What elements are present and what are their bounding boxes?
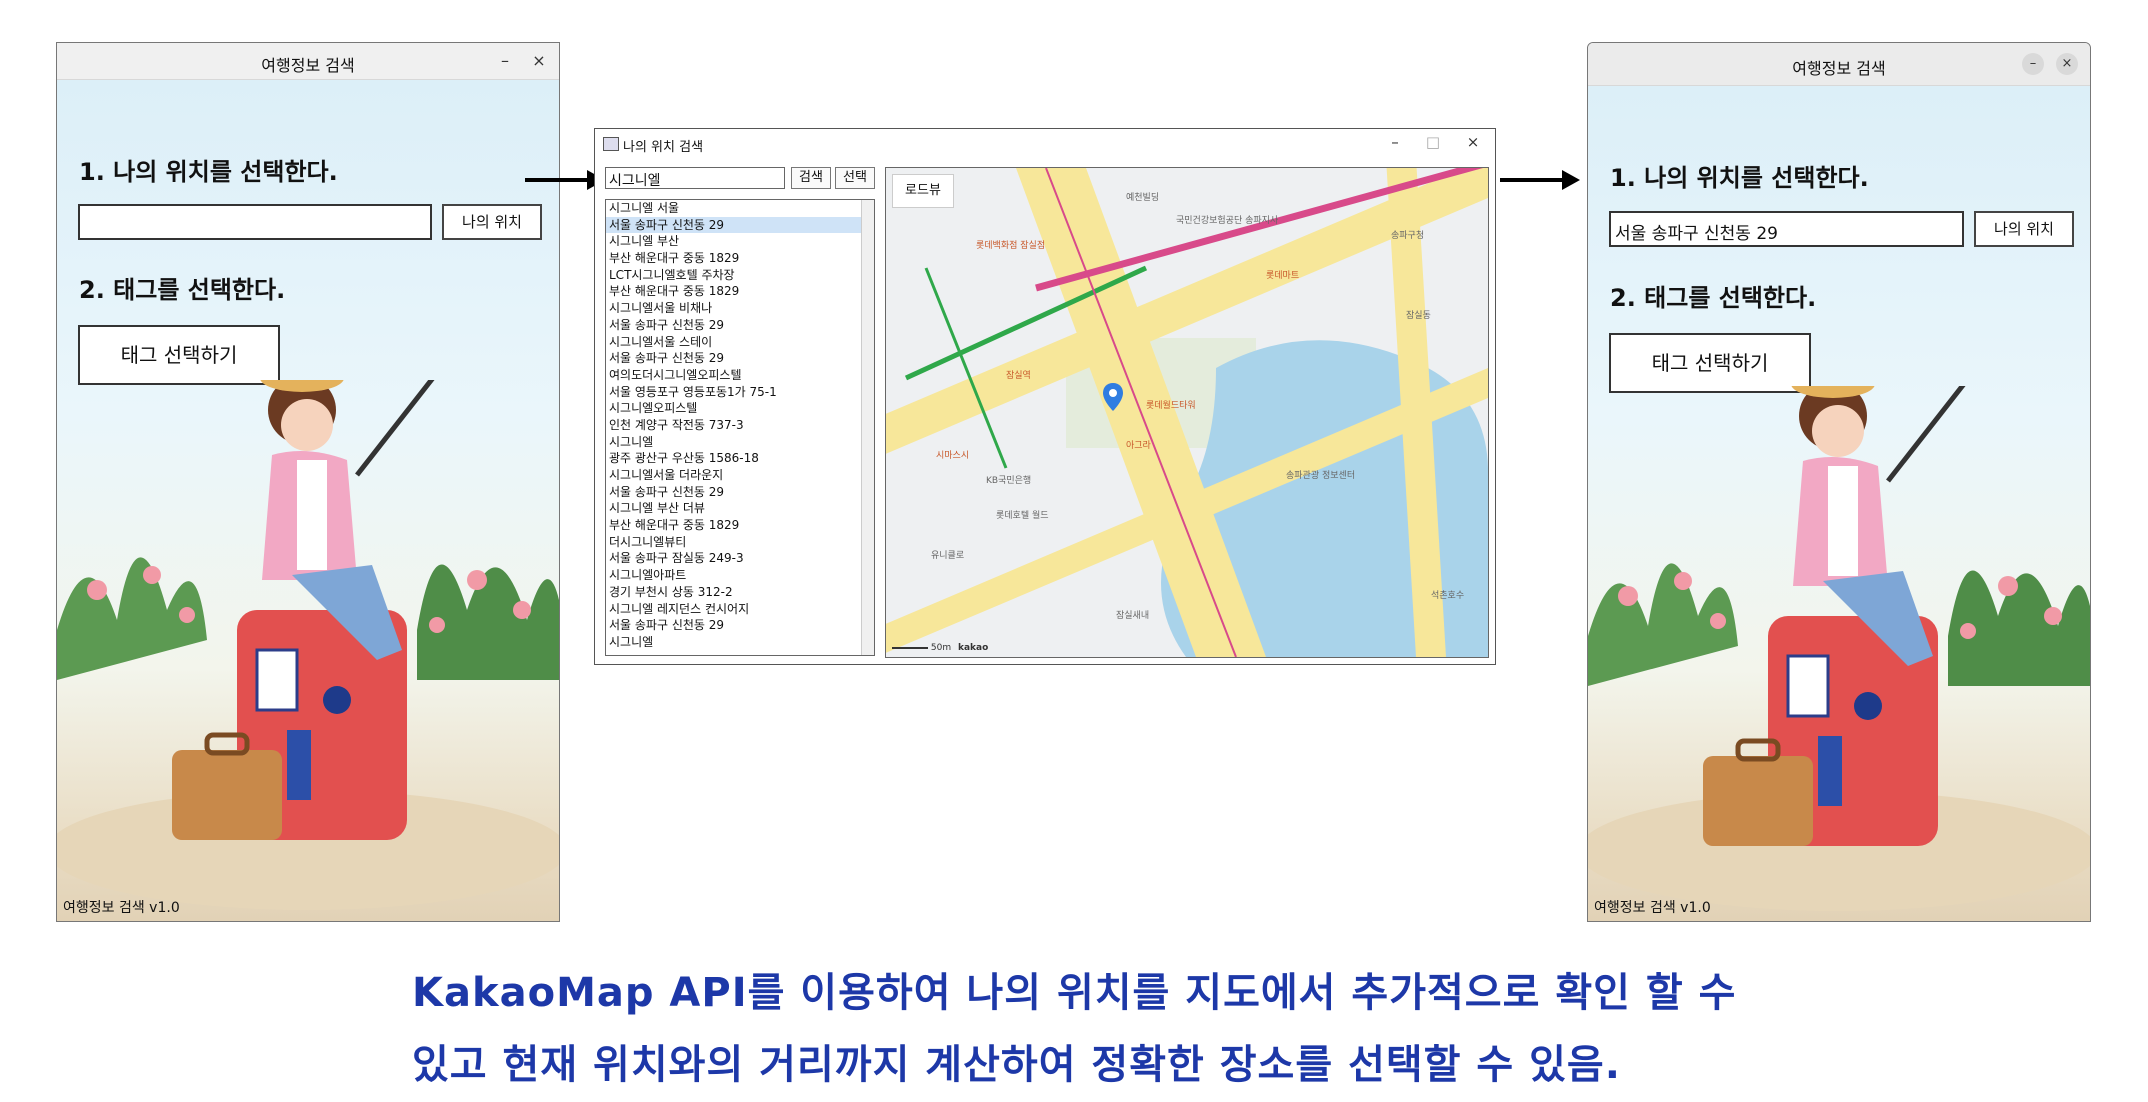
arrow-right-icon	[1500, 170, 1580, 190]
app-icon	[603, 137, 619, 151]
map-label: 잠실새내	[1116, 611, 1150, 621]
close-button[interactable]: ×	[527, 49, 551, 73]
traveler-illustration	[57, 380, 559, 910]
map-label: 잠실동	[1406, 311, 1431, 321]
map-label: 아그라	[1126, 441, 1151, 451]
roadview-button[interactable]: 로드뷰	[892, 174, 954, 208]
map-label: 롯데호텔 월드	[996, 511, 1049, 521]
location-input[interactable]	[78, 204, 432, 240]
list-item[interactable]: 부산 해운대구 중동 1829	[606, 283, 874, 300]
list-item[interactable]: 서울 송파구 신천동 29	[606, 216, 874, 234]
map-window-titlebar: 나의 위치 검색 – □ ×	[595, 129, 1495, 159]
list-item[interactable]: 시그니엘아파트	[606, 567, 874, 584]
list-item[interactable]: 시그니엘 레지던스 컨시어지	[606, 601, 874, 618]
map-label: 국민건강보험공단 송파지사	[1176, 216, 1279, 226]
map-label: 롯데백화점 잠실점	[976, 241, 1046, 251]
close-button[interactable]: ×	[2056, 53, 2078, 75]
list-item[interactable]: 시그니엘서울 비채나	[606, 300, 874, 317]
list-item[interactable]: 시그니엘 부산	[606, 233, 874, 250]
map-scale-label: 50m	[930, 643, 952, 653]
list-item[interactable]: 서울 송파구 신천동 29	[606, 350, 874, 367]
results-container: 시그니엘 서울 서울 송파구 신천동 29 시그니엘 부산 부산 해운대구 중동 18…	[606, 200, 874, 651]
step1-heading: 1. 나의 위치를 선택한다.	[79, 158, 338, 186]
caption-line-2: 있고 현재 위치와의 거리까지 계산하여 정확한 장소를 선택할 수 있음.	[412, 1042, 1621, 1088]
left-app-title: 여행정보 검색	[261, 56, 355, 75]
traveler-illustration	[1588, 386, 2090, 911]
tag-select-button[interactable]: 태그 선택하기	[78, 325, 280, 385]
map-label: 송파구청	[1391, 231, 1425, 241]
left-app-window: 여행정보 검색 – × 1. 나의 위치를 선택한다. 나의 위치 2. 태그를…	[56, 42, 560, 922]
map-label: 유니클로	[931, 551, 965, 561]
left-app-titlebar: 여행정보 검색 – ×	[57, 43, 559, 80]
step2-heading: 2. 태그를 선택한다.	[79, 276, 286, 304]
map-scale-bar: 50m kakao	[892, 643, 988, 653]
my-location-button[interactable]: 나의 위치	[1974, 211, 2074, 247]
right-app-titlebar: 여행정보 검색 – ×	[1588, 43, 2090, 86]
step1-heading: 1. 나의 위치를 선택한다.	[1610, 164, 1869, 192]
maximize-button[interactable]: □	[1423, 133, 1443, 151]
list-scrollbar[interactable]	[861, 200, 874, 655]
list-item[interactable]: 시그니엘서울 더라운지	[606, 467, 874, 484]
right-app-title: 여행정보 검색	[1792, 59, 1886, 78]
close-button[interactable]: ×	[1463, 133, 1483, 151]
kakao-map[interactable]: 로드뷰 예천빌딩 국민건강보험공단 송파지사 롯데백화점 잠실점 롯데마트 송파…	[885, 167, 1489, 658]
right-app-window: 여행정보 검색 – × 1. 나의 위치를 선택한다. 서울 송파구 신천동 2…	[1587, 42, 2091, 922]
version-label: 여행정보 검색 v1.0	[63, 900, 180, 916]
arrow-right-icon	[525, 170, 605, 190]
step2-heading: 2. 태그를 선택한다.	[1610, 284, 1817, 312]
list-item[interactable]: 서울 송파구 신천동 29	[606, 317, 874, 334]
list-item[interactable]: 시그니엘	[606, 634, 874, 651]
minimize-button[interactable]: –	[493, 49, 517, 73]
location-pin-icon	[1103, 383, 1123, 411]
list-item[interactable]: 서울 송파구 잠실동 249-3	[606, 550, 874, 567]
minimize-button[interactable]: –	[1385, 133, 1405, 151]
kakao-logo: kakao	[957, 643, 989, 653]
map-label: KB국민은행	[986, 476, 1032, 486]
list-item[interactable]: 더시그니엘뷰티	[606, 534, 874, 551]
minimize-button[interactable]: –	[2022, 53, 2044, 75]
map-label: 롯데월드타워	[1146, 401, 1196, 411]
search-button[interactable]: 검색	[791, 167, 831, 189]
list-item[interactable]: 서울 송파구 신천동 29	[606, 484, 874, 501]
list-item[interactable]: 시그니엘서울 스테이	[606, 334, 874, 351]
list-item[interactable]: 경기 부천시 상동 312-2	[606, 584, 874, 601]
list-item[interactable]: 부산 해운대구 중동 1829	[606, 250, 874, 267]
map-label: 시마스시	[936, 451, 970, 461]
map-label: 롯데마트	[1266, 271, 1300, 281]
list-item[interactable]: 광주 광산구 우산동 1586-18	[606, 450, 874, 467]
list-item[interactable]: 여의도더시그니엘오피스텔	[606, 367, 874, 384]
list-item[interactable]: 인천 계양구 작전동 737-3	[606, 417, 874, 434]
map-label: 송파관광 정보센터	[1286, 471, 1356, 481]
list-item[interactable]: 부산 해운대구 중동 1829	[606, 517, 874, 534]
right-app-body: 1. 나의 위치를 선택한다. 서울 송파구 신천동 29 나의 위치 2. 태…	[1588, 86, 2090, 921]
version-label: 여행정보 검색 v1.0	[1594, 900, 1711, 916]
list-item[interactable]: 시그니엘 서울	[606, 200, 874, 217]
search-results-list[interactable]: 시그니엘 서울 서울 송파구 신천동 29 시그니엘 부산 부산 해운대구 중동 18…	[605, 199, 875, 656]
tag-select-button[interactable]: 태그 선택하기	[1609, 333, 1811, 393]
select-button[interactable]: 선택	[835, 167, 875, 189]
map-search-window: 나의 위치 검색 – □ × 시그니엘 검색 선택 시그니엘 서울 서울 송파구 …	[594, 128, 1496, 665]
place-search-input[interactable]: 시그니엘	[605, 167, 785, 189]
list-item[interactable]: LCT시그니엘호텔 주차장	[606, 267, 874, 284]
list-item[interactable]: 서울 송파구 신천동 29	[606, 617, 874, 634]
list-item[interactable]: 시그니엘 부산 더뷰	[606, 500, 874, 517]
left-app-body: 1. 나의 위치를 선택한다. 나의 위치 2. 태그를 선택한다. 태그 선택…	[57, 80, 559, 921]
map-label: 예천빌딩	[1126, 193, 1160, 203]
list-item[interactable]: 시그니엘	[606, 434, 874, 451]
map-label: 잠실역	[1006, 371, 1031, 381]
caption-line-1: KakaoMap API를 이용하여 나의 위치를 지도에서 추가적으로 확인 …	[412, 970, 1737, 1016]
map-window-title: 나의 위치 검색	[623, 140, 704, 155]
list-item[interactable]: 시그니엘오피스텔	[606, 400, 874, 417]
location-input[interactable]: 서울 송파구 신천동 29	[1609, 211, 1964, 247]
my-location-button[interactable]: 나의 위치	[442, 204, 542, 240]
map-label: 석촌호수	[1431, 591, 1465, 601]
list-item[interactable]: 서울 영등포구 영등포동1가 75-1	[606, 384, 874, 401]
